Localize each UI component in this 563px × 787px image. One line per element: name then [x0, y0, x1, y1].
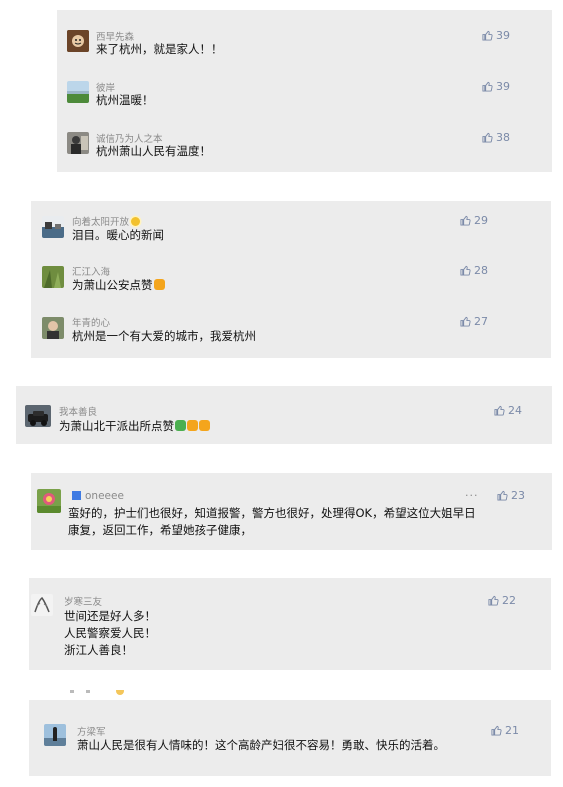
comment-author[interactable]: 我本善良	[59, 404, 97, 418]
like-button[interactable]: 39	[482, 29, 510, 42]
thumbs-up-outline-icon	[460, 265, 471, 276]
thumbs-up-outline-icon	[482, 132, 493, 143]
like-count: 21	[505, 724, 519, 737]
comment-text: 康复，返回工作，希望她孩子健康，	[68, 523, 252, 537]
comment-author[interactable]: 向着太阳开放	[72, 214, 141, 228]
like-count: 39	[496, 29, 510, 42]
like-count: 24	[508, 404, 522, 417]
comment-body: 为萧山公安点赞	[72, 278, 153, 292]
avatar[interactable]	[67, 81, 89, 103]
comment-text: 世间还是好人多！	[64, 609, 156, 623]
thumbs-up-outline-icon	[482, 81, 493, 92]
comment-text: 蛮好的，护士们也很好，知道报警，警方也很好，处理得OK，希望这位大姐早日	[68, 506, 476, 520]
like-count: 39	[496, 80, 510, 93]
thumbs-up-emoji-icon	[153, 279, 165, 290]
like-count: 22	[502, 594, 516, 607]
more-options-button[interactable]: ···	[465, 489, 479, 502]
comment-text: 泪目。暖心的新闻	[72, 228, 164, 242]
avatar[interactable]	[42, 216, 64, 238]
thumbs-up-emoji-icon	[199, 420, 210, 431]
thumbs-up-outline-icon	[494, 405, 505, 416]
thumbs-up-outline-icon	[488, 595, 499, 606]
comment-text: 浙江人善良！	[64, 643, 133, 657]
comment-text: 杭州是一个有大爱的城市，我爱杭州	[72, 329, 256, 343]
comment-author[interactable]: 年青的心	[72, 315, 110, 329]
like-button[interactable]: 24	[494, 404, 522, 417]
like-button[interactable]: 39	[482, 80, 510, 93]
thumbs-up-emoji-icon	[175, 420, 186, 431]
avatar[interactable]	[25, 405, 51, 427]
comment-author[interactable]: oneeee	[72, 490, 124, 502]
like-button[interactable]: 29	[460, 214, 488, 227]
like-count: 23	[511, 489, 525, 502]
clipped-fragment	[70, 690, 130, 696]
like-count: 38	[496, 131, 510, 144]
like-count: 29	[474, 214, 488, 227]
thumbs-up-outline-icon	[491, 725, 502, 736]
blue-badge-icon	[72, 491, 81, 500]
avatar[interactable]	[44, 724, 66, 746]
thumbs-up-emoji-icon	[187, 420, 198, 431]
avatar[interactable]	[31, 594, 53, 616]
sun-emoji-icon	[131, 217, 141, 226]
like-count: 27	[474, 315, 488, 328]
comment-text: 人民警察爱人民！	[64, 626, 156, 640]
like-button[interactable]: 27	[460, 315, 488, 328]
comment-text: 杭州萧山人民有温度！	[96, 144, 211, 158]
comment-text: 萧山人民是很有人情味的！这个高龄产妇很不容易！勇敢、快乐的活着。	[77, 738, 445, 752]
thumbs-up-outline-icon	[482, 30, 493, 41]
comment-text: 杭州温暖！	[96, 93, 154, 107]
thumbs-up-outline-icon	[497, 490, 508, 501]
avatar[interactable]	[67, 30, 89, 52]
like-button[interactable]: 23	[497, 489, 525, 502]
like-count: 28	[474, 264, 488, 277]
like-button[interactable]: 21	[491, 724, 519, 737]
comment-body: 为萧山北干派出所点赞	[59, 419, 174, 433]
comment-text: 来了杭州，就是家人！！	[96, 42, 223, 56]
thumbs-up-outline-icon	[460, 316, 471, 327]
like-button[interactable]: 38	[482, 131, 510, 144]
avatar[interactable]	[42, 266, 64, 288]
comment-author[interactable]: 汇江入海	[72, 264, 110, 278]
thumbs-up-outline-icon	[460, 215, 471, 226]
comment-text: 为萧山北干派出所点赞	[59, 418, 210, 434]
avatar[interactable]	[37, 489, 61, 513]
avatar[interactable]	[42, 317, 64, 339]
like-button[interactable]: 28	[460, 264, 488, 277]
author-name: oneeee	[85, 490, 124, 502]
comment-text: 为萧山公安点赞	[72, 277, 165, 293]
comment-author[interactable]: 岁寒三友	[64, 594, 102, 608]
like-button[interactable]: 22	[488, 594, 516, 607]
avatar[interactable]	[67, 132, 89, 154]
comment-author[interactable]: 方梁军	[77, 724, 106, 738]
